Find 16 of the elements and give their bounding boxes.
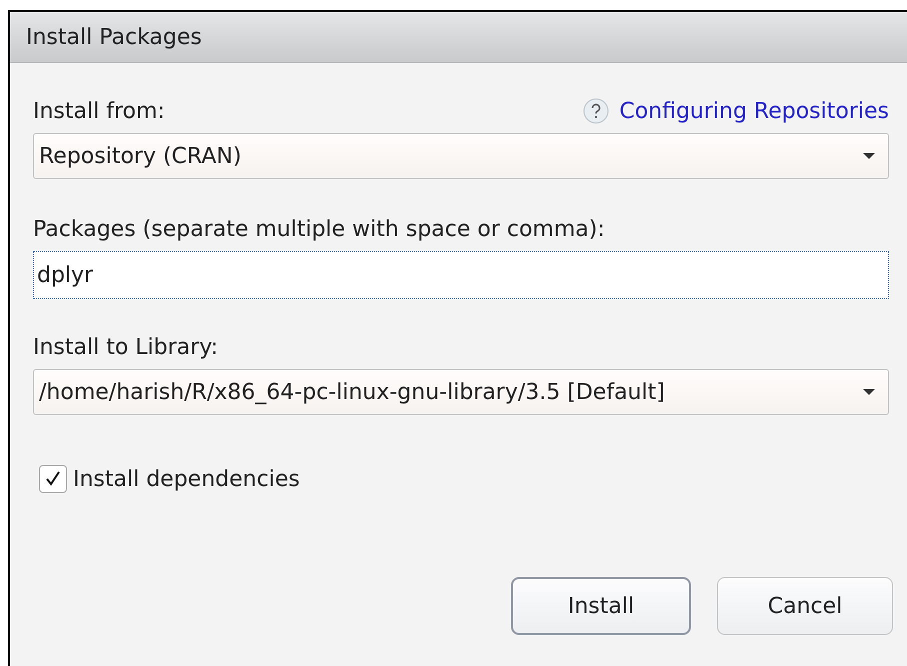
checkmark-icon (44, 470, 62, 488)
help-icon[interactable] (583, 98, 610, 124)
field-label: Install from: (33, 99, 165, 124)
library-dropdown[interactable]: /home/harish/R/x86_64-pc-linux-gnu-library/3.5 [Default] (33, 369, 889, 415)
dependencies-checkbox[interactable] (39, 465, 67, 493)
window-title: Install Packages (26, 24, 202, 50)
dialog-button[interactable]: Cancel (717, 577, 893, 635)
dropdown-caret-icon (862, 152, 876, 160)
packages-input[interactable]: dplyr (33, 251, 889, 299)
default-button[interactable]: Install (511, 577, 691, 635)
field-label: Packages (separate multiple with space or comma): (33, 217, 606, 242)
dropdown-caret-icon (862, 388, 876, 396)
help-link[interactable]: Configuring Repositories (619, 98, 889, 124)
repository-dropdown[interactable]: Repository (CRAN) (33, 133, 889, 179)
checkbox-label: Install dependencies (73, 466, 300, 492)
field-label: Install to Library: (33, 335, 220, 360)
